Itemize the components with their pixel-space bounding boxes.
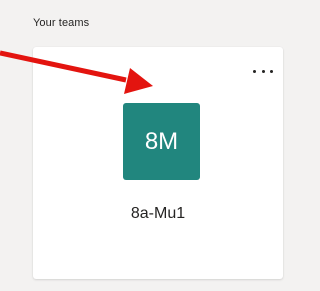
team-avatar-initials: 8M bbox=[144, 127, 179, 155]
dot bbox=[253, 69, 256, 73]
teams-view: Your teams 8M 8a-Mu1 bbox=[0, 0, 300, 291]
team-name[interactable]: 8a-Mu1 bbox=[33, 205, 283, 223]
dot bbox=[261, 69, 265, 73]
dot bbox=[270, 69, 273, 73]
more-options-icon[interactable] bbox=[253, 65, 273, 77]
team-card[interactable]: 8M 8a-Mu1 bbox=[33, 47, 283, 279]
team-avatar[interactable]: 8M bbox=[123, 103, 200, 180]
section-title: Your teams bbox=[33, 17, 90, 29]
